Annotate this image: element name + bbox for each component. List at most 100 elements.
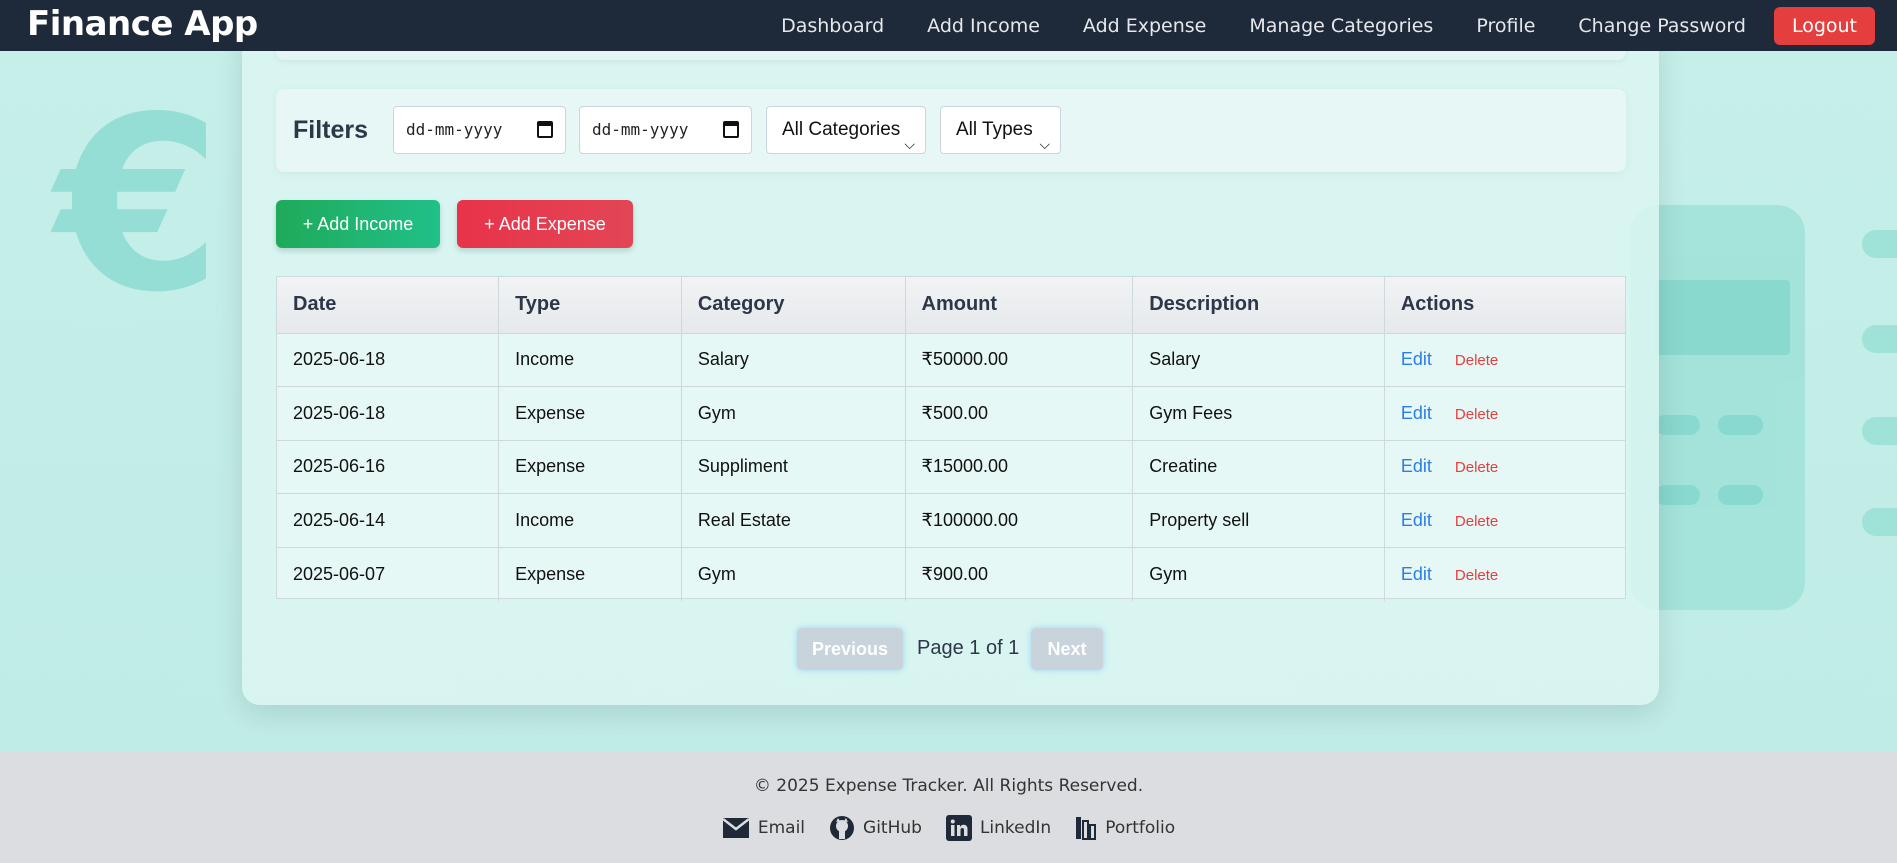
- cell-description: Property sell: [1132, 493, 1385, 548]
- footer-link-label: Portfolio: [1105, 818, 1176, 838]
- previous-page-button[interactable]: Previous: [797, 628, 903, 670]
- edit-link[interactable]: Edit: [1401, 510, 1432, 530]
- add-expense-button[interactable]: + Add Expense: [457, 200, 633, 248]
- cell-amount: ₹900.00: [905, 547, 1134, 601]
- table-row: 2025-06-18 Income Salary ₹50000.00 Salar…: [277, 333, 1625, 387]
- copyright-text: © 2025 Expense Tracker. All Rights Reser…: [753, 776, 1144, 796]
- nav-link-dashboard[interactable]: Dashboard: [781, 15, 884, 37]
- decoration-pill: [1862, 508, 1897, 536]
- table-row: 2025-06-07 Expense Gym ₹900.00 Gym Edit …: [277, 547, 1625, 601]
- start-date-placeholder: dd-mm-yyyy: [406, 120, 503, 139]
- column-header-description: Description: [1132, 277, 1385, 334]
- cell-category: Gym: [681, 547, 906, 601]
- footer-link-label: Email: [757, 818, 806, 838]
- cell-date: 2025-06-16: [277, 440, 500, 494]
- table-row: 2025-06-16 Expense Suppliment ₹15000.00 …: [277, 440, 1625, 494]
- cell-date: 2025-06-14: [277, 493, 500, 548]
- category-select[interactable]: All Categories ⌵: [766, 106, 926, 154]
- cell-description: Creatine: [1132, 440, 1385, 494]
- github-icon: [830, 816, 855, 840]
- decoration-pill: [1862, 325, 1897, 353]
- decoration-pill: [1862, 230, 1897, 258]
- nav-links: Dashboard Add Income Add Expense Manage …: [781, 0, 1897, 51]
- portfolio-icon: [1076, 817, 1097, 840]
- cell-category: Real Estate: [681, 493, 906, 548]
- cell-type: Expense: [498, 386, 682, 441]
- table-row: 2025-06-14 Income Real Estate ₹100000.00…: [277, 493, 1625, 548]
- column-header-date: Date: [277, 277, 500, 334]
- calendar-icon[interactable]: [723, 121, 739, 138]
- category-select-value: All Categories: [782, 119, 901, 140]
- column-header-actions: Actions: [1384, 277, 1625, 334]
- footer-link-github[interactable]: GitHub: [829, 815, 922, 841]
- cell-type: Income: [498, 333, 682, 387]
- mail-icon: [722, 818, 750, 838]
- edit-link[interactable]: Edit: [1401, 564, 1432, 584]
- delete-link[interactable]: Delete: [1455, 459, 1498, 476]
- footer-link-linkedin[interactable]: LinkedIn: [945, 815, 1052, 841]
- cell-actions: Edit Delete: [1384, 333, 1625, 387]
- add-income-button[interactable]: + Add Income: [276, 200, 440, 248]
- cell-date: 2025-06-07: [277, 547, 500, 601]
- delete-link[interactable]: Delete: [1455, 352, 1498, 369]
- brand-title[interactable]: Finance App: [27, 4, 258, 44]
- column-header-category: Category: [681, 277, 906, 334]
- cell-amount: ₹500.00: [905, 386, 1134, 441]
- navbar: Finance App Dashboard Add Income Add Exp…: [0, 0, 1897, 51]
- footer: © 2025 Expense Tracker. All Rights Reser…: [0, 751, 1897, 863]
- end-date-input[interactable]: dd-mm-yyyy: [579, 106, 752, 154]
- edit-link[interactable]: Edit: [1401, 349, 1432, 369]
- cell-description: Salary: [1132, 333, 1385, 387]
- linkedin-icon: [945, 815, 972, 841]
- cell-date: 2025-06-18: [277, 386, 500, 441]
- footer-link-label: LinkedIn: [979, 818, 1052, 838]
- cell-type: Expense: [498, 547, 682, 601]
- cell-type: Income: [498, 493, 682, 548]
- end-date-placeholder: dd-mm-yyyy: [592, 120, 689, 139]
- filters-title: Filters: [293, 116, 369, 144]
- cell-type: Expense: [498, 440, 682, 494]
- cell-actions: Edit Delete: [1384, 493, 1625, 548]
- euro-decoration-icon: €: [55, 65, 222, 345]
- chevron-down-icon: ⌵: [904, 136, 915, 152]
- type-select[interactable]: All Types ⌵: [940, 106, 1061, 154]
- page-info: Page 1 of 1: [917, 637, 1020, 659]
- calendar-icon[interactable]: [537, 121, 553, 138]
- chevron-down-icon: ⌵: [1039, 136, 1050, 152]
- delete-link[interactable]: Delete: [1455, 567, 1498, 584]
- decoration-pill: [1862, 417, 1897, 445]
- nav-link-profile[interactable]: Profile: [1476, 15, 1535, 37]
- start-date-input[interactable]: dd-mm-yyyy: [393, 106, 566, 154]
- next-page-button[interactable]: Next: [1031, 628, 1103, 670]
- table-row: 2025-06-18 Expense Gym ₹500.00 Gym Fees …: [277, 386, 1625, 441]
- delete-link[interactable]: Delete: [1455, 513, 1498, 530]
- nav-link-add-expense[interactable]: Add Expense: [1083, 15, 1206, 37]
- cell-category: Gym: [681, 386, 906, 441]
- nav-link-manage-categories[interactable]: Manage Categories: [1249, 15, 1433, 37]
- footer-link-portfolio[interactable]: Portfolio: [1075, 816, 1175, 840]
- column-header-amount: Amount: [905, 277, 1134, 334]
- footer-link-email[interactable]: Email: [722, 817, 805, 839]
- delete-link[interactable]: Delete: [1455, 406, 1498, 423]
- nav-link-change-password[interactable]: Change Password: [1578, 15, 1746, 37]
- cell-description: Gym: [1132, 547, 1385, 601]
- nav-link-add-income[interactable]: Add Income: [927, 15, 1040, 37]
- table-header-row: Date Type Category Amount Description Ac…: [277, 277, 1625, 334]
- edit-link[interactable]: Edit: [1401, 456, 1432, 476]
- cell-actions: Edit Delete: [1384, 440, 1625, 494]
- edit-link[interactable]: Edit: [1401, 403, 1432, 423]
- type-select-value: All Types: [956, 119, 1033, 140]
- cell-actions: Edit Delete: [1384, 386, 1625, 441]
- cell-amount: ₹100000.00: [905, 493, 1134, 548]
- cell-date: 2025-06-18: [277, 333, 500, 387]
- logout-button[interactable]: Logout: [1773, 6, 1875, 45]
- transactions-table: Date Type Category Amount Description Ac…: [276, 276, 1626, 601]
- cell-category: Salary: [681, 333, 906, 387]
- column-header-type: Type: [498, 277, 682, 334]
- footer-links: Email GitHub LinkedIn Portfolio: [0, 815, 1897, 841]
- footer-link-label: GitHub: [863, 818, 922, 838]
- cell-description: Gym Fees: [1132, 386, 1385, 441]
- cell-category: Suppliment: [681, 440, 906, 494]
- cell-amount: ₹15000.00: [905, 440, 1134, 494]
- cell-amount: ₹50000.00: [905, 333, 1134, 387]
